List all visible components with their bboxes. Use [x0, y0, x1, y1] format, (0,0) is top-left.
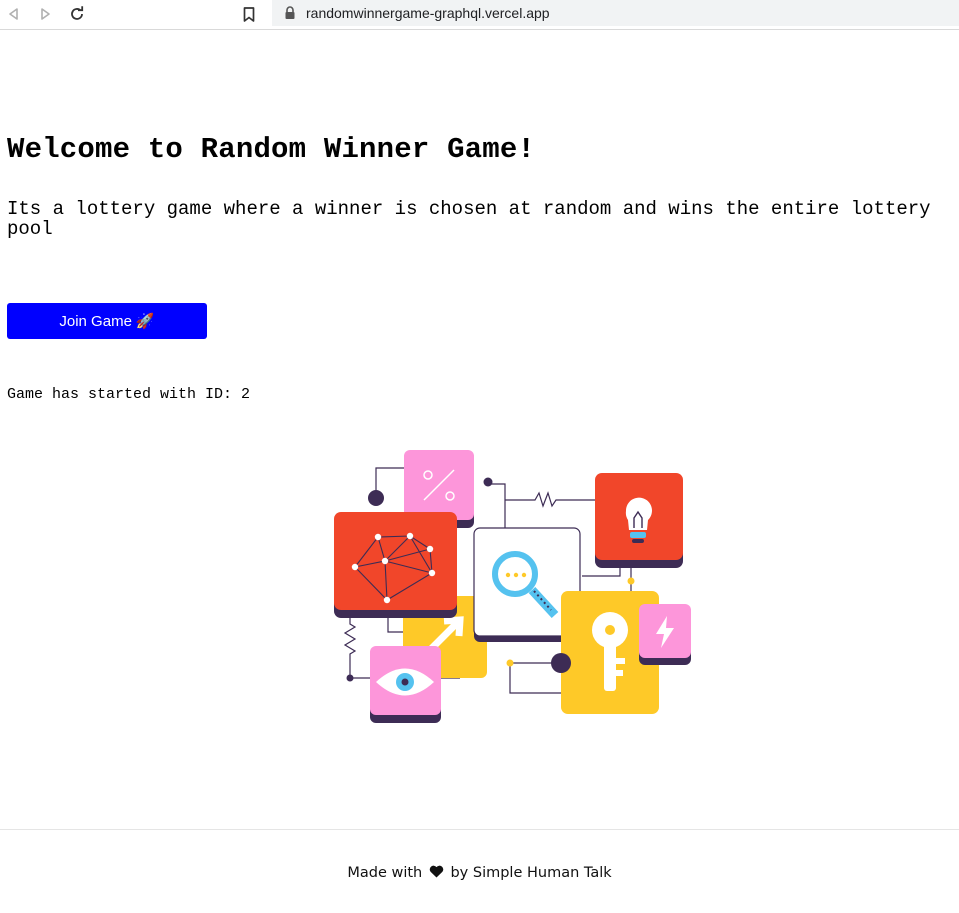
- bookmark-button[interactable]: [239, 4, 259, 24]
- forward-button[interactable]: [35, 4, 55, 24]
- heart-icon: [429, 865, 444, 878]
- lock-icon: [285, 6, 295, 19]
- join-game-label: Join Game: [59, 312, 132, 330]
- rocket-icon: 🚀: [135, 313, 155, 330]
- reload-button[interactable]: [67, 4, 87, 24]
- footer-credit: Made with by Simple Human Talk: [0, 865, 959, 881]
- browser-toolbar: randomwinnergame-graphql.vercel.app: [0, 0, 959, 30]
- game-description: Its a lottery game where a winner is cho…: [7, 198, 931, 240]
- game-status-text: Game has started with ID: 2: [7, 386, 251, 403]
- bookmark-icon: [243, 6, 255, 22]
- page-title: Welcome to Random Winner Game!: [7, 133, 536, 166]
- forward-arrow-icon: [41, 8, 50, 20]
- footer-prefix: Made with: [347, 865, 423, 881]
- back-button[interactable]: [4, 4, 24, 24]
- back-arrow-icon: [9, 8, 18, 20]
- lottery-illustration: [334, 450, 691, 723]
- join-game-button[interactable]: Join Game 🚀: [7, 303, 207, 339]
- footer-suffix: by Simple Human Talk: [450, 865, 612, 881]
- footer: Made with by Simple Human Talk: [0, 829, 959, 913]
- url-text[interactable]: randomwinnergame-graphql.vercel.app: [306, 5, 550, 21]
- reload-icon: [71, 6, 84, 20]
